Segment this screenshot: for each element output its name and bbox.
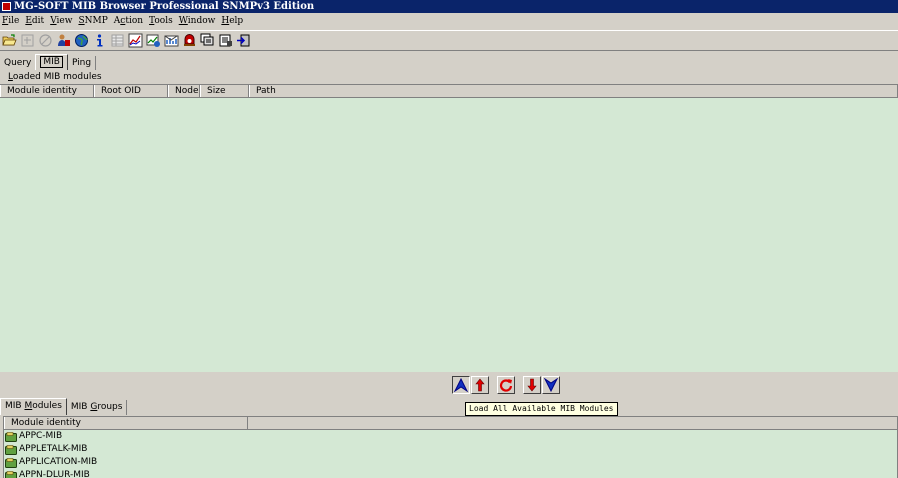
mib-module-icon: [5, 470, 17, 478]
module-transfer-buttons: [452, 376, 561, 394]
menu-item[interactable]: View: [48, 16, 76, 26]
unload-selected-icon: [527, 378, 537, 392]
list-item[interactable]: APPN-DLUR-MIB: [4, 469, 897, 478]
trap-icon[interactable]: [163, 32, 180, 49]
app-icon[interactable]: [2, 2, 11, 11]
globe-icon[interactable]: [73, 32, 90, 49]
stack-icon[interactable]: [199, 32, 216, 49]
column-module-identity[interactable]: Module identity: [4, 417, 248, 429]
chart-icon[interactable]: [127, 32, 144, 49]
menu-bar: File Edit View SNMP Action Tools Window Help: [0, 13, 898, 29]
disabled-tool-icon: [19, 32, 36, 49]
column-module-identity[interactable]: Module identity: [0, 85, 94, 97]
tab-ping[interactable]: Ping: [68, 56, 97, 70]
mib-module-icon: [5, 444, 17, 455]
mib-module-icon: [5, 431, 17, 442]
column-size[interactable]: Size: [200, 85, 249, 97]
list-item[interactable]: APPLETALK-MIB: [4, 443, 897, 456]
load-all-icon: [454, 378, 468, 392]
notepad-icon[interactable]: [217, 32, 234, 49]
module-name: APPLICATION-MIB: [19, 457, 98, 467]
disabled-stop-icon: [37, 32, 54, 49]
menu-item[interactable]: Edit: [23, 16, 48, 26]
load-selected-icon: [475, 378, 485, 392]
module-name: APPC-MIB: [19, 431, 63, 441]
loaded-modules-header: Module identity Root OID Nodes Size Path: [0, 85, 898, 98]
menu-item[interactable]: Tools: [147, 16, 177, 26]
module-tabs: MIB Modules MIB Groups: [0, 398, 128, 415]
module-name: APPLETALK-MIB: [19, 444, 88, 454]
column-nodes[interactable]: Nodes: [168, 85, 200, 97]
graph-icon[interactable]: [145, 32, 162, 49]
tab-mib-groups[interactable]: MIB Groups: [67, 400, 128, 415]
unload-all-icon: [544, 378, 558, 392]
unload-selected-button[interactable]: [523, 376, 541, 394]
open-folder-icon[interactable]: [1, 32, 18, 49]
table-icon: [109, 32, 126, 49]
window-title: MG-SOFT MIB Browser Professional SNMPv3 …: [14, 1, 315, 12]
unload-all-button[interactable]: [542, 376, 560, 394]
menu-item[interactable]: Help: [219, 16, 247, 26]
available-modules-header: Module identity: [4, 417, 897, 430]
exit-icon[interactable]: [235, 32, 252, 49]
menu-item[interactable]: SNMP: [76, 16, 111, 26]
menu-item[interactable]: Action: [112, 16, 147, 26]
title-bar[interactable]: MG-SOFT MIB Browser Professional SNMPv3 …: [0, 0, 898, 13]
available-modules-list[interactable]: Module identity APPC-MIB APPLETALK-MIB APP…: [3, 416, 898, 478]
column-root-oid[interactable]: Root OID: [94, 85, 168, 97]
loaded-modules-label: Loaded MIB modules: [8, 72, 102, 82]
list-item[interactable]: APPLICATION-MIB: [4, 456, 897, 469]
contact-icon[interactable]: [55, 32, 72, 49]
module-name: APPN-DLUR-MIB: [19, 470, 90, 478]
refresh-icon: [499, 379, 513, 392]
mib-module-icon: [5, 457, 17, 468]
toolbar: [0, 30, 898, 51]
column-path[interactable]: Path: [249, 85, 898, 97]
refresh-button[interactable]: [497, 376, 515, 394]
load-selected-button[interactable]: [471, 376, 489, 394]
info-icon[interactable]: [91, 32, 108, 49]
menu-item[interactable]: File: [0, 16, 23, 26]
available-modules-rows: APPC-MIB APPLETALK-MIB APPLICATION-MIB APPN…: [4, 430, 897, 478]
tab-mib-label: MIB: [40, 56, 63, 68]
tab-mib-modules[interactable]: MIB Modules: [0, 398, 67, 415]
tab-query[interactable]: Query: [0, 56, 35, 70]
loaded-modules-list[interactable]: Module identity Root OID Nodes Size Path: [0, 84, 898, 372]
tab-mib[interactable]: MIB: [35, 54, 68, 70]
ringer-icon[interactable]: [181, 32, 198, 49]
menu-item[interactable]: Window: [177, 16, 220, 26]
main-tabs: Query MIB Ping: [0, 54, 97, 70]
list-item[interactable]: APPC-MIB: [4, 430, 897, 443]
load-all-button[interactable]: [452, 376, 470, 394]
tooltip: Load All Available MIB Modules: [465, 402, 618, 416]
